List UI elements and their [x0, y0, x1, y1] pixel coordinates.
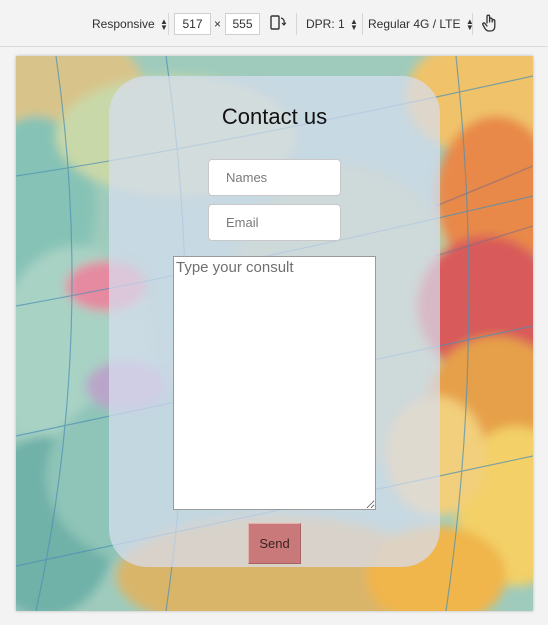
toolbar-divider — [362, 13, 363, 35]
email-input[interactable] — [208, 204, 341, 241]
viewport-height-input[interactable]: 555 — [225, 13, 260, 35]
dpr-label: DPR: 1 — [306, 17, 345, 31]
device-mode-select[interactable]: Responsive ▲ ▼ — [92, 13, 168, 35]
device-mode-label: Responsive — [92, 17, 155, 31]
throttling-select[interactable]: Regular 4G / LTE ▲ ▼ — [368, 13, 474, 35]
viewport-width-input[interactable]: 517 — [174, 13, 211, 35]
throttling-label: Regular 4G / LTE — [368, 17, 461, 31]
rotate-device-icon[interactable] — [269, 12, 287, 34]
consult-textarea[interactable] — [173, 256, 376, 510]
emulated-viewport: Contact us Send — [16, 56, 533, 611]
device-toolbar: Responsive ▲ ▼ 517 × 555 DPR: 1 ▲ ▼ Regula… — [0, 0, 548, 47]
contact-form-card: Contact us Send — [109, 76, 440, 567]
dimension-separator: × — [214, 17, 222, 31]
toolbar-divider — [472, 13, 473, 35]
dpr-select[interactable]: DPR: 1 ▲ ▼ — [306, 13, 358, 35]
names-input[interactable] — [208, 159, 341, 196]
toolbar-divider — [168, 13, 169, 35]
send-button[interactable]: Send — [248, 523, 301, 564]
toolbar-divider — [296, 13, 297, 35]
touch-hand-icon[interactable] — [480, 12, 498, 34]
select-arrows-icon: ▲ ▼ — [160, 16, 168, 32]
contact-title: Contact us — [221, 104, 328, 129]
select-arrows-icon: ▲ ▼ — [350, 16, 358, 32]
